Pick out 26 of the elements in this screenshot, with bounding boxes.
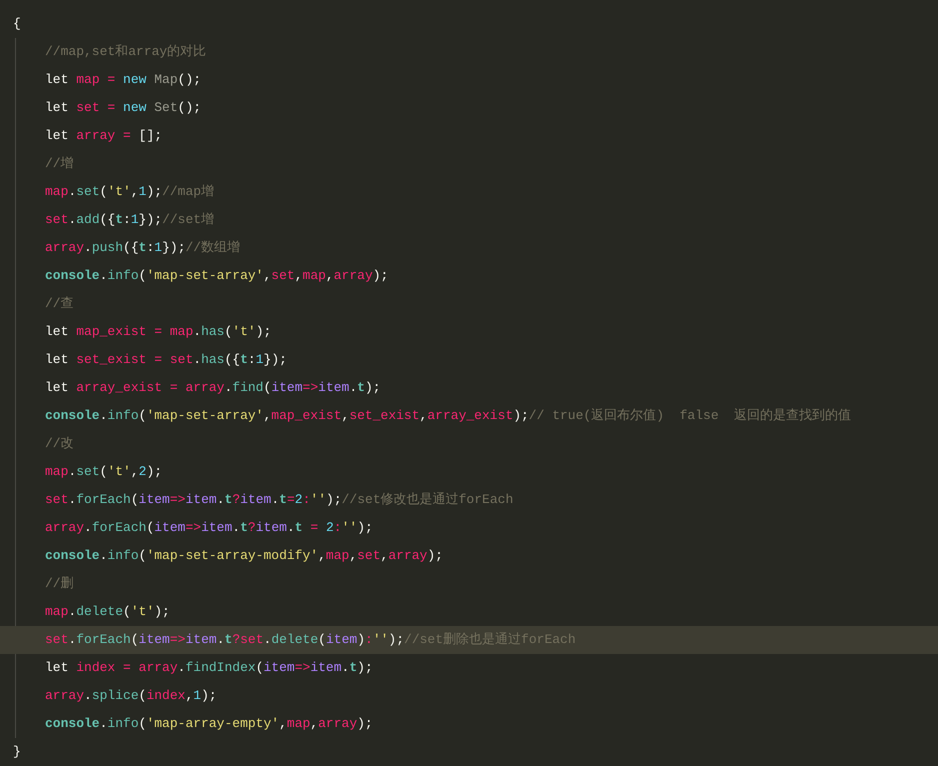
code-line: //删	[44, 575, 75, 593]
code-line: array.splice(index,1);	[44, 687, 218, 705]
code-line: let array_exist = array.find(item=>item.t);	[44, 379, 382, 397]
code-line: set.forEach(item=>item.t?item.t=2:'');//set修改也是通过forEach	[44, 491, 514, 509]
code-line: let array = [];	[44, 127, 164, 145]
code-line: }	[12, 743, 22, 761]
code-line: let map = new Map();	[44, 71, 202, 89]
code-line: map.set('t',2);	[44, 463, 164, 481]
code-line: map.set('t',1);//map增	[44, 183, 216, 201]
code-line: console.info('map-set-array-modify',map,set,array);	[44, 547, 444, 565]
code-line: map.delete('t');	[44, 603, 171, 621]
code-line: //map,set和array的对比	[44, 43, 208, 61]
code-line: console.info('map-array-empty',map,array);	[44, 715, 374, 733]
code-line: array.push({t:1});//数组增	[44, 239, 242, 257]
code-line: console.info('map-set-array',map_exist,set_exist,array_exist);// true(返回布尔值) false 返回的是查找到的值	[44, 407, 852, 425]
code-line: console.info('map-set-array',set,map,array);	[44, 267, 390, 285]
code-line: //改	[44, 435, 75, 453]
code-line: let set = new Set();	[44, 99, 202, 117]
code-line: let map_exist = map.has('t');	[44, 323, 272, 341]
code-line: let set_exist = set.has({t:1});	[44, 351, 288, 369]
code-line: //增	[44, 155, 75, 173]
code-line: set.add({t:1});//set增	[44, 211, 216, 229]
code-line: {	[12, 15, 22, 33]
code-line: array.forEach(item=>item.t?item.t = 2:'');	[44, 519, 374, 537]
code-line: //查	[44, 295, 75, 313]
code-line: let index = array.findIndex(item=>item.t);	[44, 659, 374, 677]
